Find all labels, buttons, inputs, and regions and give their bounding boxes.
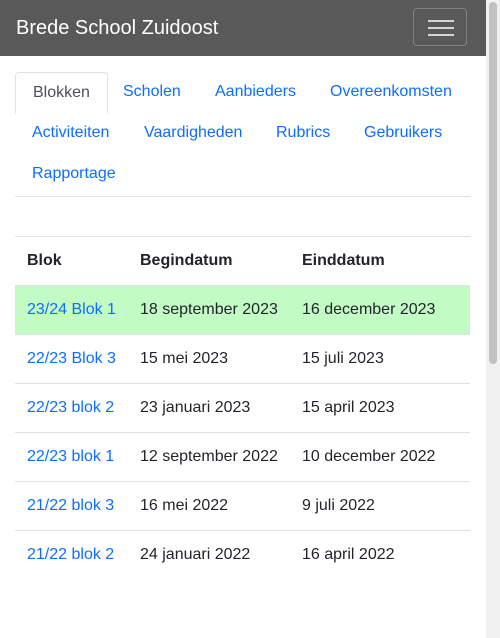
cell-blok: 22/23 blok 1 [15, 432, 128, 482]
tab-rubrics[interactable]: Rubrics [259, 113, 347, 153]
blok-link[interactable]: 22/23 blok 1 [27, 448, 114, 465]
cell-begindatum: 15 mei 2023 [128, 334, 290, 384]
tab-overeenkomsten[interactable]: Overeenkomsten [313, 72, 469, 112]
hamburger-icon [428, 20, 454, 22]
blok-link[interactable]: 21/22 blok 2 [27, 546, 114, 563]
blok-link[interactable]: 22/23 blok 2 [27, 399, 114, 416]
blok-link[interactable]: 22/23 Blok 3 [27, 350, 116, 367]
table-header-row: Blok Begindatum Einddatum [15, 236, 470, 286]
cell-einddatum: 9 juli 2022 [290, 481, 470, 531]
blokken-table: Blok Begindatum Einddatum 23/24 Blok 1 1… [15, 236, 470, 579]
cell-einddatum: 16 april 2022 [290, 530, 470, 579]
cell-blok: 21/22 blok 3 [15, 481, 128, 531]
cell-blok: 23/24 Blok 1 [15, 285, 128, 335]
table-row: 22/23 Blok 3 15 mei 2023 15 juli 2023 [15, 334, 470, 384]
table-row: 23/24 Blok 1 18 september 2023 16 decemb… [15, 285, 470, 335]
navbar: Brede School Zuidoost [0, 0, 486, 56]
cell-begindatum: 18 september 2023 [128, 285, 290, 335]
cell-blok: 22/23 blok 2 [15, 383, 128, 433]
cell-begindatum: 12 september 2022 [128, 432, 290, 482]
tab-gebruikers[interactable]: Gebruikers [347, 113, 459, 153]
cell-blok: 21/22 blok 2 [15, 530, 128, 579]
brand-title[interactable]: Brede School Zuidoost [16, 16, 218, 40]
hamburger-icon-line [428, 27, 454, 29]
cell-begindatum: 16 mei 2022 [128, 481, 290, 531]
cell-begindatum: 24 januari 2022 [128, 530, 290, 579]
scrollbar[interactable] [486, 0, 500, 638]
table-row: 22/23 blok 1 12 september 2022 10 decemb… [15, 432, 470, 482]
cell-einddatum: 10 december 2022 [290, 432, 470, 482]
tab-blokken[interactable]: Blokken [15, 72, 108, 114]
table-row: 21/22 blok 2 24 januari 2022 16 april 20… [15, 530, 470, 579]
cell-einddatum: 16 december 2023 [290, 285, 470, 335]
blokken-table-container: Blok Begindatum Einddatum 23/24 Blok 1 1… [15, 236, 470, 579]
tab-aanbieders[interactable]: Aanbieders [198, 72, 313, 112]
hamburger-icon-line [428, 34, 454, 36]
tab-scholen[interactable]: Scholen [106, 72, 198, 112]
blok-link[interactable]: 23/24 Blok 1 [27, 301, 116, 318]
navbar-toggler-button[interactable] [413, 8, 467, 46]
table-row: 21/22 blok 3 16 mei 2022 9 juli 2022 [15, 481, 470, 531]
column-header-blok: Blok [15, 236, 128, 286]
table-row: 22/23 blok 2 23 januari 2023 15 april 20… [15, 383, 470, 433]
tab-vaardigheden[interactable]: Vaardigheden [127, 113, 259, 153]
scrollbar-thumb[interactable] [489, 2, 497, 364]
tab-activiteiten[interactable]: Activiteiten [15, 113, 126, 153]
column-header-begindatum: Begindatum [128, 236, 290, 286]
nav-tabs: Blokken Scholen Aanbieders Overeenkomste… [15, 72, 470, 197]
blok-link[interactable]: 21/22 blok 3 [27, 497, 114, 514]
tab-rapportage[interactable]: Rapportage [15, 154, 133, 194]
cell-blok: 22/23 Blok 3 [15, 334, 128, 384]
cell-einddatum: 15 juli 2023 [290, 334, 470, 384]
column-header-einddatum: Einddatum [290, 236, 470, 286]
cell-einddatum: 15 april 2023 [290, 383, 470, 433]
cell-begindatum: 23 januari 2023 [128, 383, 290, 433]
